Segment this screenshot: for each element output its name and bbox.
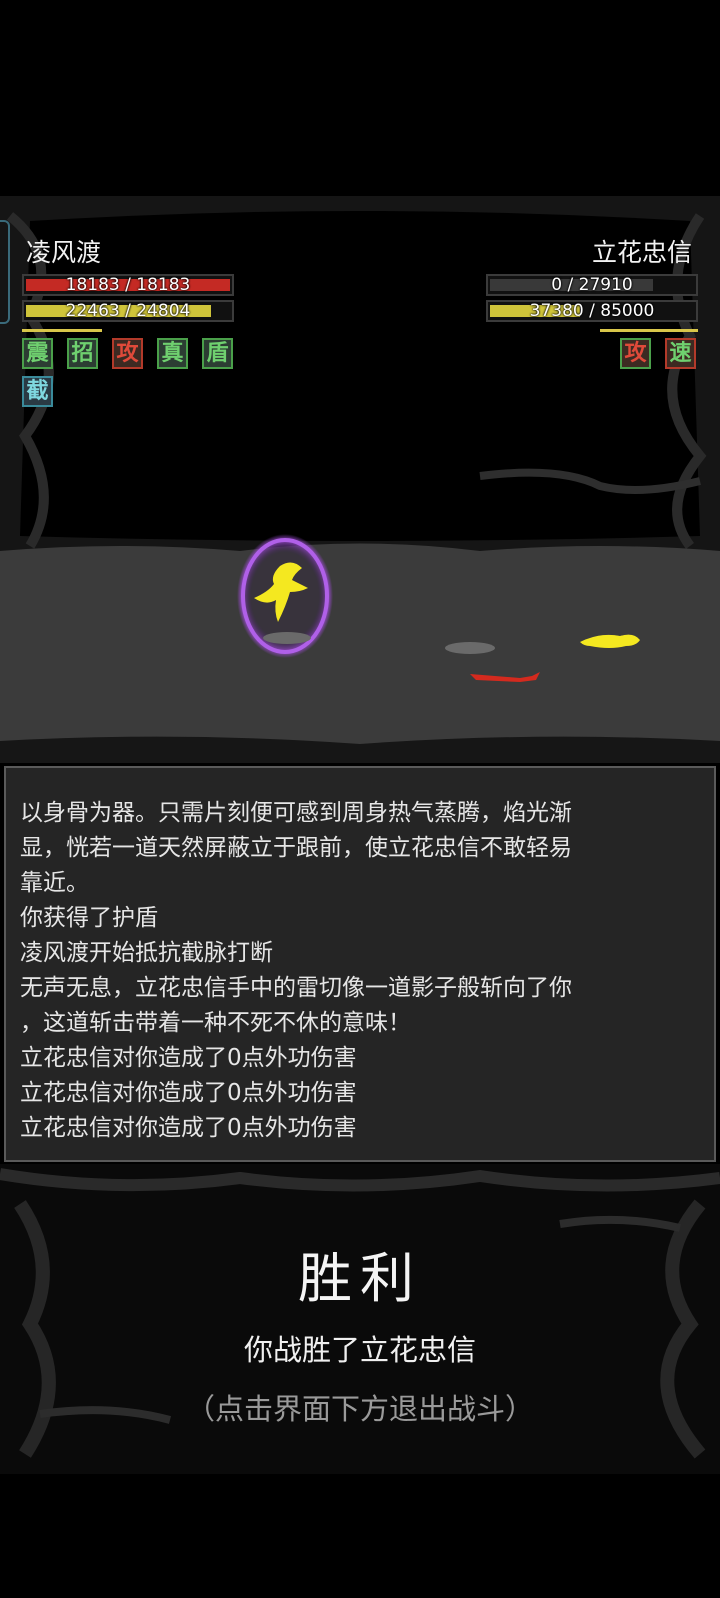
combat-log[interactable]: 以身骨为器。只需片刻便可感到周身热气蒸腾，焰光渐 显，恍若一道天然屏蔽立于跟前，… (4, 766, 716, 1162)
combat-log-lines: 以身骨为器。只需片刻便可感到周身热气蒸腾，焰光渐 显，恍若一道天然屏蔽立于跟前，… (20, 796, 700, 1146)
buff-dun-icon[interactable]: 盾 (202, 338, 233, 369)
enemy-hp-bar: 0 / 27910 (486, 274, 698, 296)
top-black-bar (0, 0, 720, 196)
log-line: 显，恍若一道天然屏蔽立于跟前，使立花忠信不敢轻易 (20, 835, 572, 861)
buff-zhao-icon[interactable]: 招 (67, 338, 98, 369)
buff-zhen2-icon[interactable]: 真 (157, 338, 188, 369)
buff-zhen-icon[interactable]: 震 (22, 338, 53, 369)
enemy-mp-text: 37380 / 85000 (529, 301, 655, 321)
buff-gong-icon[interactable]: 攻 (112, 338, 143, 369)
enemy-mp-bar: 37380 / 85000 (486, 300, 698, 322)
player-mp-text: 22463 / 24804 (65, 301, 191, 321)
katana-icon (470, 672, 540, 682)
player-character (237, 534, 333, 658)
exit-hint[interactable]: （点击界面下方退出战斗） (0, 1386, 720, 1428)
player-hp-text: 18183 / 18183 (65, 275, 191, 295)
player-progress-line (22, 329, 102, 332)
victory-title: 胜利 (298, 1247, 422, 1310)
player-mp-bar: 22463 / 24804 (22, 300, 234, 322)
log-line: 立花忠信对你造成了0点外功伤害 (20, 1080, 357, 1106)
bottom-black-bar[interactable] (0, 1474, 720, 1598)
enemy-buff-gong-icon[interactable]: 攻 (620, 338, 651, 369)
player-name: 凌风渡 (26, 238, 102, 267)
side-panel-tab[interactable] (0, 220, 10, 324)
victory-screen[interactable]: 胜利 你战胜了立花忠信 （点击界面下方退出战斗） (0, 1164, 720, 1474)
victory-message: 你战胜了立花忠信 (243, 1333, 476, 1367)
log-line: 以身骨为器。只需片刻便可感到周身热气蒸腾，焰光渐 (20, 800, 572, 826)
log-line: 你获得了护盾 (20, 905, 158, 931)
log-line: 立花忠信对你造成了0点外功伤害 (20, 1115, 357, 1141)
enemy-buff-su-icon[interactable]: 速 (665, 338, 696, 369)
enemy-character (445, 634, 640, 682)
log-line: ，这道斩击带着一种不死不休的意味！ (20, 1010, 411, 1036)
buff-jie-icon[interactable]: 截 (22, 376, 53, 407)
battle-scene: 凌风渡 18183 / 18183 22463 / 24804 震 招 攻 真 … (0, 196, 720, 763)
log-line: 无声无息，立花忠信手中的雷切像一道影子般斩向了你 (20, 975, 572, 1001)
log-line: 靠近。 (20, 870, 89, 896)
log-line: 立花忠信对你造成了0点外功伤害 (20, 1045, 357, 1071)
log-line: 凌风渡开始抵抗截脉打断 (20, 940, 273, 966)
enemy-name: 立花忠信 (591, 238, 692, 267)
log-fade (6, 768, 714, 798)
player-hp-bar: 18183 / 18183 (22, 274, 234, 296)
enemy-hp-text: 0 / 27910 (551, 275, 633, 295)
enemy-progress-line (600, 329, 698, 332)
